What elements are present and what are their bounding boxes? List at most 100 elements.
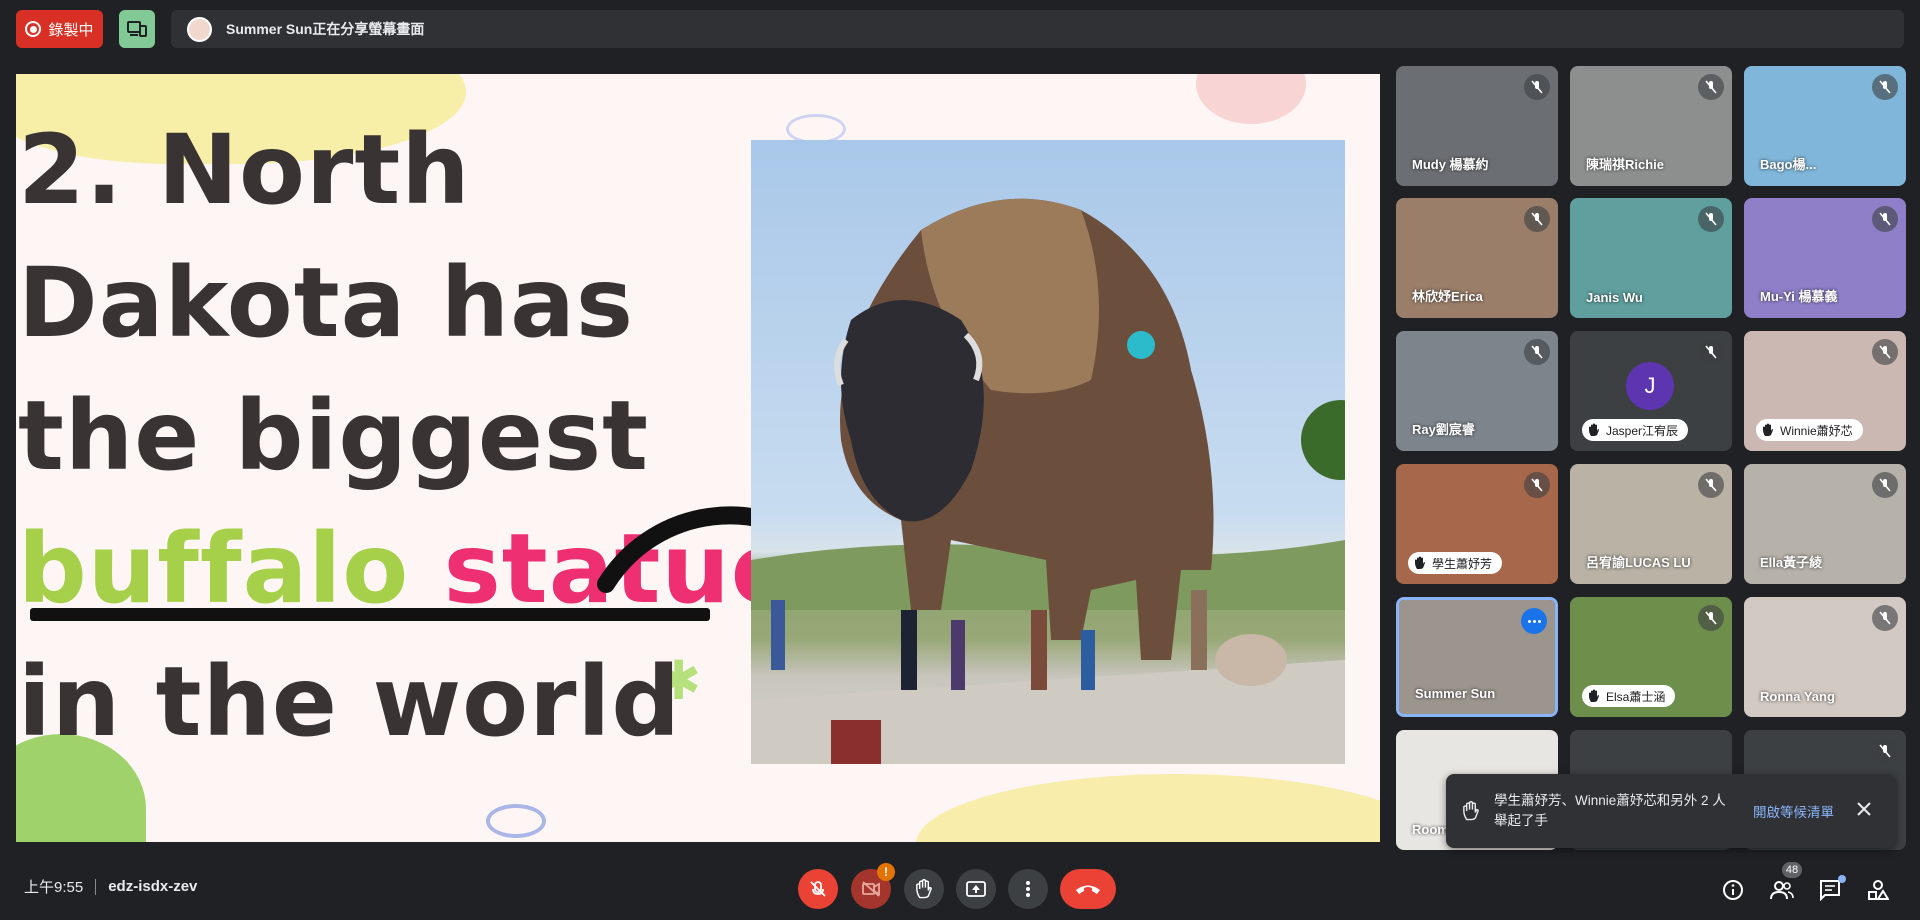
participant-name: Janis Wu: [1586, 290, 1643, 305]
mic-off-icon: [1872, 738, 1898, 764]
participant-count-badge: 48: [1782, 862, 1802, 878]
raised-hand-pill: Winnie蕭妤芯: [1756, 419, 1863, 441]
decor-blob: [486, 804, 546, 838]
raised-hand-pill: Jasper江宥辰: [1582, 419, 1689, 441]
hand-icon: [1589, 689, 1599, 702]
notification-text: 學生蕭妤芳、Winnie蕭妤芯和另外 2 人舉起了手: [1494, 793, 1726, 828]
close-icon: [1857, 801, 1871, 816]
participant-tile[interactable]: Ray劉宸睿: [1396, 331, 1558, 451]
more-options-icon[interactable]: [1521, 608, 1547, 634]
participant-tile-active[interactable]: Summer Sun: [1396, 597, 1558, 717]
mic-off-icon: [1872, 339, 1898, 365]
participant-name: Mudy 楊慕約: [1412, 157, 1489, 172]
raised-hand-pill: Elsa蕭士涵: [1582, 685, 1676, 707]
participant-name: Ray劉宸睿: [1412, 422, 1475, 437]
slide-heading: 2. North Dakota has the biggest buffalo …: [18, 104, 797, 769]
participant-avatar: J: [1626, 362, 1674, 410]
raise-hand-button[interactable]: [904, 869, 944, 909]
camera-warning-badge: !: [877, 863, 895, 881]
participant-name: Bago楊...: [1760, 157, 1817, 172]
presenter-banner: Summer Sun正在分享螢幕畫面: [171, 10, 1904, 48]
participant-tile[interactable]: 學生蕭妤芳: [1396, 464, 1558, 584]
clock: 上午9:55: [24, 879, 84, 896]
participant-name: 林欣妤Erica: [1412, 289, 1483, 304]
record-icon: [25, 21, 42, 37]
decor-blob: [916, 774, 1380, 842]
hand-icon: [1415, 556, 1425, 569]
participant-tile[interactable]: Bago楊...: [1744, 66, 1906, 186]
participant-tile[interactable]: Winnie蕭妤芯: [1744, 331, 1906, 451]
divider: [95, 878, 97, 895]
meeting-code: edz-isdx-zev: [108, 878, 198, 895]
mic-off-icon: [1524, 206, 1550, 232]
mic-off-icon: [1872, 74, 1898, 100]
info-icon: [1723, 880, 1743, 900]
participant-name: Ronna Yang: [1760, 689, 1835, 704]
participant-name: 陳瑞祺Richie: [1586, 157, 1665, 172]
hand-icon: [1589, 423, 1599, 436]
mic-off-icon: [1698, 339, 1724, 365]
participant-tile[interactable]: Elsa蕭士涵: [1570, 597, 1732, 717]
camera-off-icon: [862, 881, 880, 897]
meeting-details-button[interactable]: [1719, 876, 1747, 904]
participant-name: Ella黃子綾: [1760, 555, 1823, 570]
participant-tile[interactable]: Janis Wu: [1570, 198, 1732, 318]
activities-button[interactable]: [1864, 876, 1892, 904]
recording-label: 錄製中: [48, 21, 94, 39]
hand-icon: [1763, 423, 1773, 436]
microphone-button[interactable]: [798, 869, 838, 909]
mic-off-icon: [1524, 472, 1550, 498]
people-button[interactable]: [1768, 876, 1796, 904]
people-icon: [1770, 881, 1794, 900]
participant-tile[interactable]: Mudy 楊慕約: [1396, 66, 1558, 186]
more-options-button[interactable]: [1008, 869, 1048, 909]
mic-off-icon: [1698, 472, 1724, 498]
participant-name: Jasper江宥辰: [1606, 423, 1679, 438]
chat-icon: [1820, 880, 1840, 901]
participant-name: Summer Sun: [1415, 686, 1496, 701]
hang-up-icon: [1076, 885, 1100, 894]
mic-off-icon: [1524, 74, 1550, 100]
participant-tile[interactable]: 陳瑞祺Richie: [1570, 66, 1732, 186]
close-notification-button[interactable]: [1856, 801, 1872, 822]
meeting-info: 上午9:55 edz-isdx-zev: [24, 876, 197, 897]
participant-name: Winnie蕭妤芯: [1780, 423, 1853, 438]
activities-icon: [1868, 880, 1889, 900]
leave-call-button[interactable]: [1060, 869, 1116, 909]
open-queue-link[interactable]: 開啟等候清單: [1753, 801, 1834, 821]
participant-name: Mu-Yi 楊慕義: [1760, 289, 1838, 304]
device-button[interactable]: [119, 10, 155, 48]
decor-blob: [1196, 74, 1306, 124]
mic-off-icon: [810, 881, 826, 897]
raised-hands-notification: 學生蕭妤芳、Winnie蕭妤芯和另外 2 人舉起了手 開啟等候清單: [1446, 774, 1896, 848]
mic-off-icon: [1698, 74, 1724, 100]
participant-tile[interactable]: Ella黃子綾: [1744, 464, 1906, 584]
hand-icon: [916, 879, 932, 899]
mic-off-icon: [1872, 206, 1898, 232]
mic-off-icon: [1524, 339, 1550, 365]
presenter-avatar: [187, 16, 212, 42]
participant-tile[interactable]: J Jasper江宥辰: [1570, 331, 1732, 451]
recording-indicator[interactable]: 錄製中: [16, 10, 103, 48]
present-button[interactable]: [956, 869, 996, 909]
participant-tile[interactable]: 呂宥諭LUCAS LU: [1570, 464, 1732, 584]
slide-line: 2. North: [18, 114, 471, 226]
unread-dot: [1838, 875, 1846, 883]
devices-icon: [127, 21, 147, 37]
participant-name: 學生蕭妤芳: [1432, 556, 1493, 571]
mic-off-icon: [1872, 472, 1898, 498]
participant-tile[interactable]: Ronna Yang: [1744, 597, 1906, 717]
participant-tile[interactable]: Mu-Yi 楊慕義: [1744, 198, 1906, 318]
mic-off-icon: [1872, 605, 1898, 631]
mic-off-icon: [1698, 206, 1724, 232]
presenter-text: Summer Sun正在分享螢幕畫面: [226, 21, 425, 37]
mic-off-icon: [1698, 605, 1724, 631]
participant-tile[interactable]: 林欣妤Erica: [1396, 198, 1558, 318]
buffalo-photo: [751, 140, 1345, 764]
slide-line: Dakota has: [18, 247, 635, 359]
present-screen-icon: [966, 881, 986, 897]
camera-button[interactable]: !: [851, 863, 895, 909]
slide-line: in the world: [18, 646, 682, 758]
shared-screen: ✱ 2. North Dakota has the biggest buffal…: [16, 74, 1380, 842]
participant-name: Elsa蕭士涵: [1606, 689, 1666, 704]
